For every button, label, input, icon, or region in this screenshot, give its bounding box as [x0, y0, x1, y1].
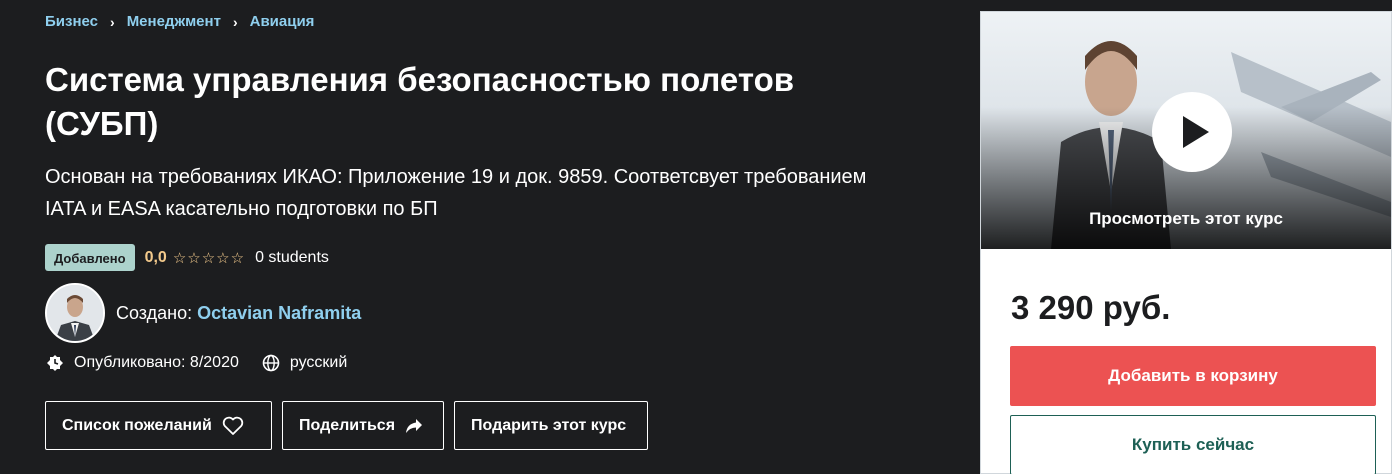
course-language: русский — [289, 354, 348, 371]
rating-value: 0,0 — [144, 248, 167, 266]
preview-label[interactable]: Просмотреть этот курс — [981, 209, 1391, 229]
add-to-cart-button[interactable]: Добавить в корзину — [1010, 346, 1376, 406]
course-title: Система управления безопасностью полетов… — [45, 61, 795, 142]
chevron-right-icon: › — [110, 13, 115, 30]
status-badge: Добавлено — [45, 244, 135, 271]
gift-label: Подарить этот курс — [471, 416, 627, 434]
avatar[interactable] — [45, 283, 105, 343]
gift-course-button[interactable]: Подарить этот курс — [454, 401, 648, 450]
buy-now-button[interactable]: Купить сейчас — [1010, 415, 1376, 474]
chevron-right-icon: › — [232, 13, 238, 30]
breadcrumb: Бизнес › Менеджмент › Авиация — [45, 13, 314, 30]
share-label: Поделиться — [299, 416, 396, 434]
rating-row: Добавлено 0,0 ☆☆☆☆☆ 0 students — [45, 244, 329, 271]
share-button[interactable]: Поделиться — [282, 401, 444, 450]
action-buttons: Список пожеланий Поделиться Подарить это… — [45, 401, 658, 450]
author-link[interactable]: Octavian Naframita — [197, 303, 361, 324]
course-price: 3 290 руб. — [1011, 289, 1171, 326]
breadcrumb-management[interactable]: Менеджмент — [127, 13, 221, 30]
heart-icon — [222, 416, 244, 436]
course-preview[interactable]: Просмотреть этот курс — [981, 12, 1391, 249]
wishlist-button[interactable]: Список пожеланий — [45, 401, 272, 450]
published-date: Опубликовано: 8/2020 — [74, 354, 239, 371]
play-icon — [1183, 116, 1209, 148]
globe-icon — [261, 353, 281, 373]
purchase-card: Просмотреть этот курс 3 290 руб. Добавит… — [980, 11, 1392, 474]
play-button[interactable] — [1152, 92, 1232, 172]
wishlist-label: Список пожеланий — [62, 416, 212, 434]
course-subtitle: Основан на требованиях ИКАО: Приложение … — [45, 166, 867, 220]
author-row: Создано: Octavian Naframita — [45, 283, 361, 343]
breadcrumb-aviation[interactable]: Авиация — [250, 13, 315, 30]
breadcrumb-business[interactable]: Бизнес — [45, 13, 98, 30]
update-badge-icon — [45, 353, 65, 373]
students-count[interactable]: 0 students — [255, 249, 329, 267]
star-rating-icon: ☆☆☆☆☆ — [172, 249, 246, 267]
meta-row: Опубликовано: 8/2020 русский — [45, 353, 347, 373]
share-arrow-icon — [405, 418, 423, 434]
created-by-label: Создано: — [116, 302, 193, 323]
